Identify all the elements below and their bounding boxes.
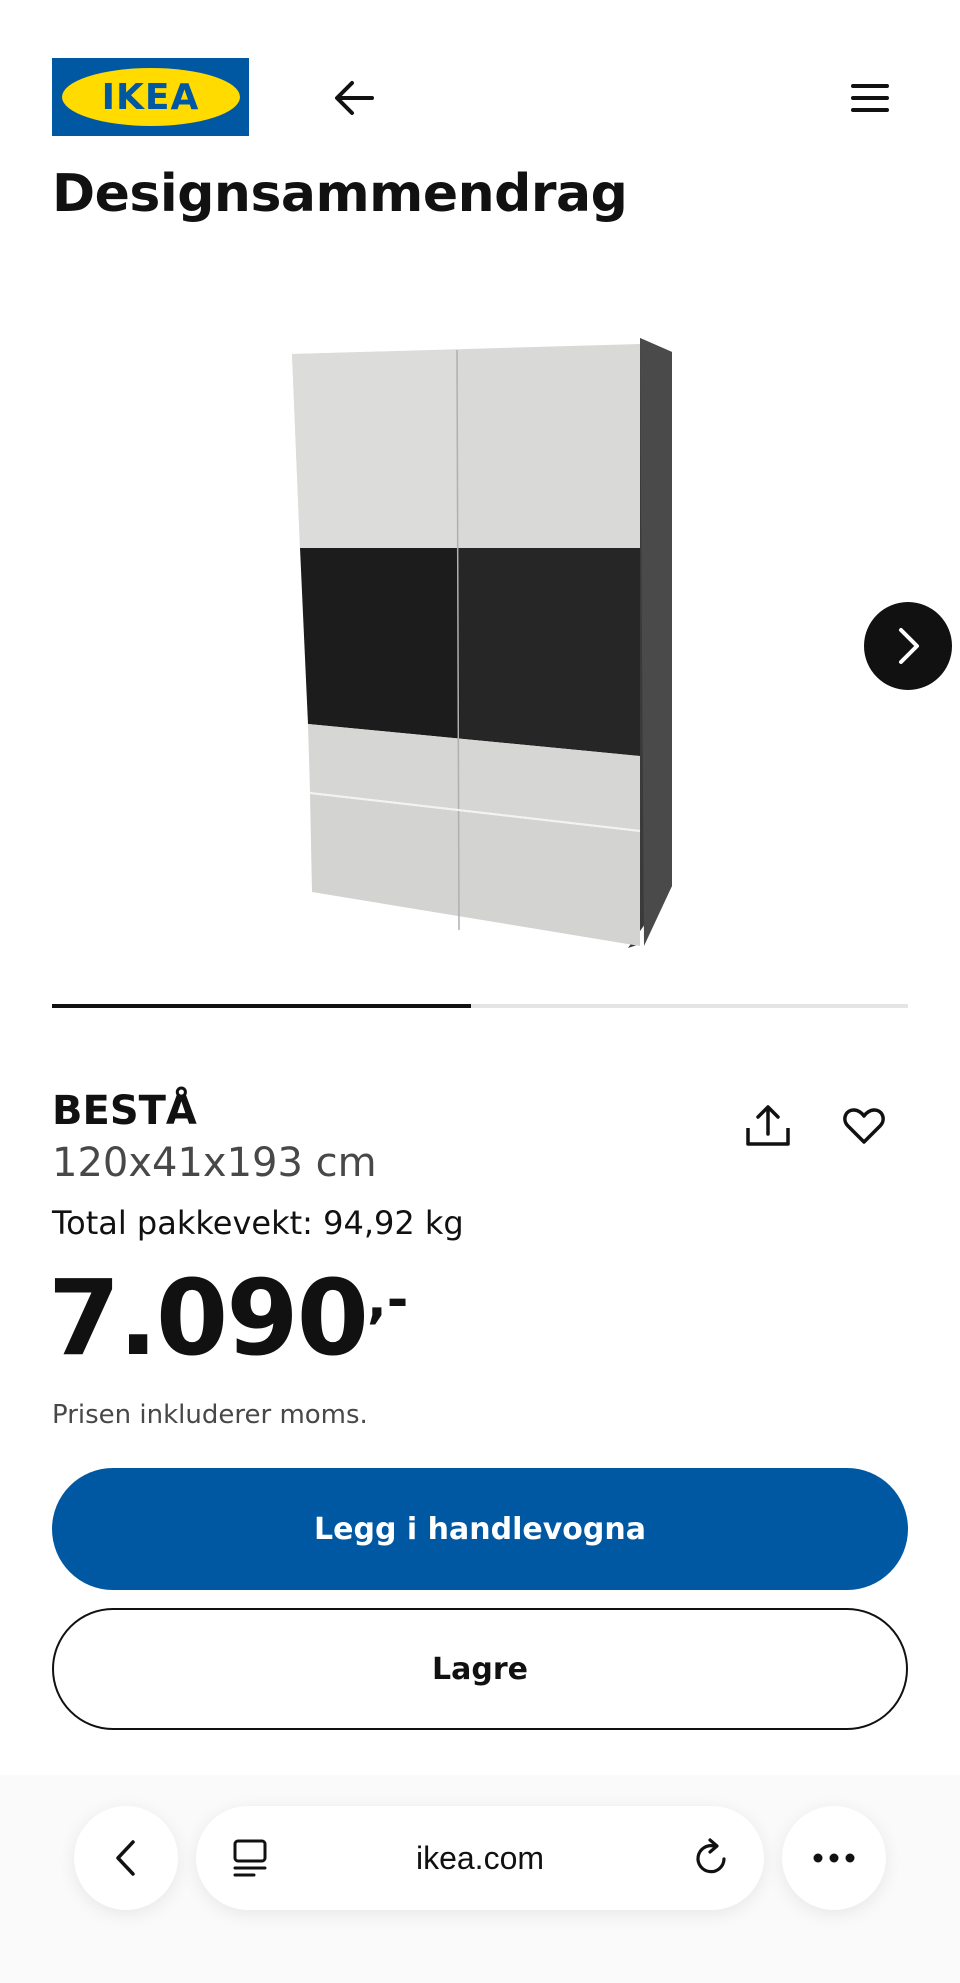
arrow-left-icon [335,81,374,115]
logo-text: IKEA [101,76,200,118]
back-button[interactable] [320,68,388,128]
price-decimal: ,- [366,1270,409,1330]
product-name: BESTÅ [52,1088,197,1134]
more-button[interactable] [782,1806,886,1910]
add-to-cart-button[interactable]: Legg i handlevogna [52,1468,908,1590]
chevron-left-icon [116,1840,135,1876]
product-image [292,338,672,948]
package-weight: Total pakkevekt: 94,92 kg [52,1204,464,1242]
reload-icon [696,1838,726,1874]
more-dots-icon [813,1853,855,1863]
share-button[interactable] [740,1098,796,1154]
menu-button[interactable] [840,68,900,128]
browser-back-button[interactable] [74,1806,178,1910]
vat-note: Prisen inkluderer moms. [52,1400,368,1430]
tabs-button[interactable] [226,1834,274,1882]
address-bar[interactable]: ikea.com [196,1806,764,1910]
gallery-progress-fill [52,1004,472,1008]
price: 7.090 ,- [48,1257,409,1379]
heart-icon [843,1108,885,1144]
tab-view-icon [233,1839,267,1877]
share-icon [746,1105,790,1146]
page-title: Designsammendrag [52,164,628,224]
url-text: ikea.com [415,1839,545,1876]
reload-button[interactable] [688,1834,736,1882]
ikea-logo[interactable]: IKEA [52,58,249,136]
logo-oval: IKEA [61,68,240,126]
hamburger-menu-icon [851,84,889,112]
price-integer: 7.090 [48,1257,369,1379]
favorite-button[interactable] [836,1098,892,1154]
product-dimensions: 120x41x193 cm [52,1140,377,1186]
save-button[interactable]: Lagre [52,1608,908,1730]
next-image-button[interactable] [864,602,952,690]
gallery-progress [52,1004,908,1008]
chevron-right-icon [899,628,919,664]
